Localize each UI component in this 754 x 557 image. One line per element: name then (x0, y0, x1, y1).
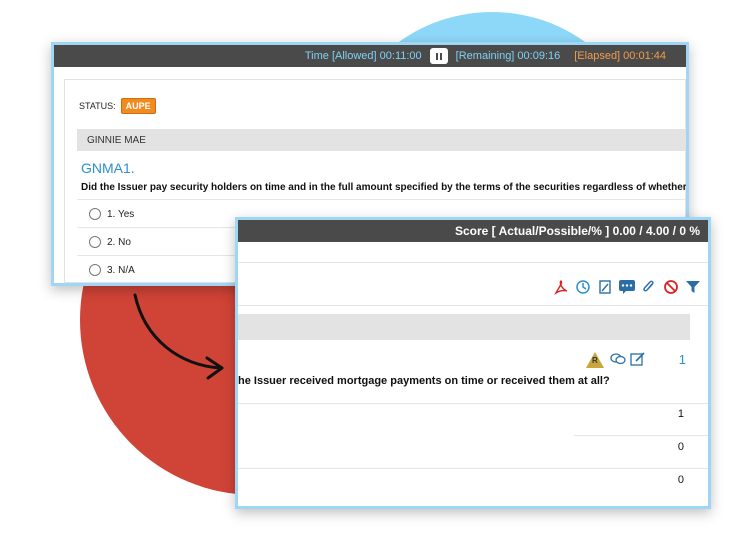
option-label: 3. N/A (107, 264, 135, 276)
divider (238, 305, 708, 306)
edit-icon[interactable] (630, 352, 646, 371)
option-yes[interactable]: 1. Yes (89, 208, 134, 220)
score-panel: Score [ Actual/Possible/% ] 0.00 / 4.00 … (235, 217, 711, 509)
pdf-icon[interactable] (552, 278, 570, 296)
question-icons (610, 352, 646, 371)
comment-icon[interactable] (618, 278, 636, 296)
option-value-yes: 1 (677, 408, 684, 420)
option-value-na: 0 (677, 474, 684, 486)
prohibit-icon[interactable] (662, 278, 680, 296)
option-na[interactable]: 3. N/A (89, 264, 135, 276)
option-no[interactable]: 2. No (89, 236, 131, 248)
history-icon[interactable] (574, 278, 592, 296)
divider (238, 262, 708, 263)
score-text: Score [ Actual/Possible/% ] 0.00 / 4.00 … (455, 224, 700, 238)
option-value-no: 0 (677, 441, 684, 453)
option-label: 1. Yes (107, 208, 135, 220)
question-text: Did the Issuer pay security holders on t… (81, 182, 689, 193)
divider (238, 468, 708, 469)
section-header: GINNIE MAE (77, 129, 685, 151)
time-remaining: [Remaining] 00:09:16 (455, 50, 561, 62)
divider (238, 403, 708, 404)
review-badge-letter: R (592, 356, 598, 365)
document-icon[interactable] (596, 278, 614, 296)
divider (77, 199, 685, 200)
question-number: 1 (678, 352, 686, 367)
radio-no[interactable] (89, 236, 101, 248)
section-header (238, 314, 690, 340)
question-text-continued: he Issuer received mortgage payments on … (238, 375, 610, 387)
action-toolbar (552, 278, 702, 296)
filter-icon[interactable] (684, 278, 702, 296)
question-code[interactable]: GNMA1. (81, 160, 135, 176)
pause-icon (435, 52, 438, 60)
time-allowed: Time [Allowed] 00:11:00 (304, 50, 422, 62)
time-elapsed: [Elapsed] 00:01:44 (574, 50, 666, 62)
radio-na[interactable] (89, 264, 101, 276)
score-bar: Score [ Actual/Possible/% ] 0.00 / 4.00 … (238, 220, 708, 242)
pause-button[interactable] (429, 48, 448, 64)
curved-arrow-icon (133, 293, 224, 380)
status-label: STATUS: (79, 101, 116, 111)
radio-yes[interactable] (89, 208, 101, 220)
chat-icon[interactable] (610, 352, 626, 371)
status-row: STATUS: AUPE (79, 98, 156, 114)
attachment-icon[interactable] (640, 278, 658, 296)
divider (574, 435, 708, 436)
timer-bar: Time [Allowed] 00:11:00 [Remaining] 00:0… (54, 45, 686, 67)
option-label: 2. No (107, 236, 131, 248)
status-badge: AUPE (120, 98, 156, 114)
